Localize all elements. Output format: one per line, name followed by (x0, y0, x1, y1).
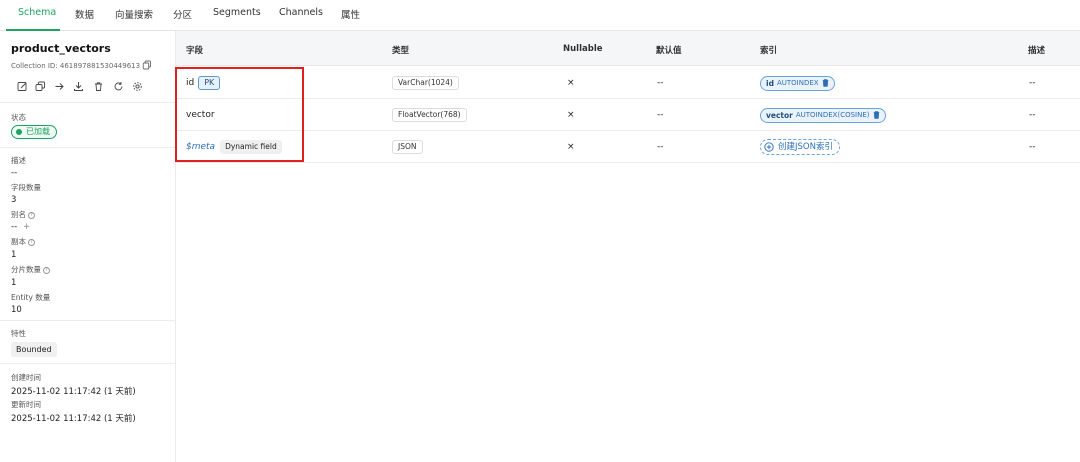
collection-id: Collection ID: 461897881530449613 (11, 62, 141, 70)
default-cell: -- (657, 78, 664, 88)
updated-value: 2025-11-02 11:17:42 (1 天前) (11, 414, 136, 424)
table-row: vector FloatVector(768) × -- vector AUTO… (176, 99, 1080, 131)
edit-icon[interactable] (17, 81, 28, 92)
index-field: vector (766, 110, 793, 120)
created-value: 2025-11-02 11:17:42 (1 天前) (11, 387, 136, 397)
help-icon[interactable]: ? (28, 239, 35, 246)
create-json-index-label: 创建JSON索引 (778, 142, 833, 152)
collection-sidebar: product_vectors Collection ID: 461897881… (0, 31, 176, 462)
tab-vector-search[interactable]: 向量搜索 (115, 7, 153, 21)
tab-data[interactable]: 数据 (75, 7, 94, 21)
status-badge: 已加载 (11, 125, 57, 139)
replica-value: 1 (11, 250, 17, 260)
index-type: AUTOINDEX (776, 78, 819, 87)
copy-icon[interactable] (142, 60, 152, 70)
description-cell: -- (1029, 142, 1036, 152)
divider (0, 102, 176, 103)
header-description: 描述 (1028, 46, 1046, 56)
table-row: id PK VarChar(1024) × -- id AUTOINDEX -- (176, 67, 1080, 99)
created-label: 创建时间 (11, 373, 41, 382)
refresh-icon[interactable] (113, 81, 124, 92)
status-value: 已加载 (26, 127, 50, 136)
field-count-label: 字段数量 (11, 183, 41, 192)
duplicate-icon[interactable] (35, 81, 46, 92)
arrow-right-icon[interactable] (54, 81, 65, 92)
type-chip: FloatVector(768) (392, 108, 467, 122)
alias-label: 别名? (11, 209, 35, 220)
alias-value: -- + (11, 222, 30, 232)
type-cell: VarChar(1024) (392, 67, 459, 99)
type-cell: FloatVector(768) (392, 99, 467, 131)
shard-label-text: 分片数量 (11, 265, 41, 274)
entity-count-value: 10 (11, 305, 22, 315)
default-cell: -- (657, 110, 664, 120)
tab-bar: Schema 数据 向量搜索 分区 Segments Channels 属性 (0, 0, 1080, 31)
index-chip[interactable]: id AUTOINDEX (760, 75, 835, 91)
table-header: 字段 类型 Nullable 默认值 索引 描述 (176, 31, 1080, 66)
updated-label: 更新时间 (11, 400, 41, 409)
create-json-index-button[interactable]: 创建JSON索引 (760, 139, 840, 155)
delete-index-icon[interactable] (873, 111, 880, 119)
replica-label-text: 副本 (11, 237, 26, 246)
shard-label: 分片数量? (11, 264, 50, 275)
tab-properties[interactable]: 属性 (341, 7, 360, 21)
replica-label: 副本? (11, 236, 35, 247)
tab-schema[interactable]: Schema (18, 7, 56, 18)
download-icon[interactable] (73, 81, 84, 92)
description-cell: -- (1029, 110, 1036, 120)
help-icon[interactable]: ? (43, 267, 50, 274)
description-label: 描述 (11, 156, 26, 165)
divider (0, 147, 176, 148)
description-value: -- (11, 168, 18, 178)
feature-badge: Bounded (11, 342, 57, 357)
index-cell: 创建JSON索引 (760, 131, 840, 163)
gear-icon[interactable] (132, 81, 143, 92)
description-cell: -- (1029, 78, 1036, 88)
tab-partitions[interactable]: 分区 (173, 7, 192, 21)
divider (0, 320, 176, 321)
entity-count-label: Entity 数量 (11, 293, 51, 302)
delete-index-icon[interactable] (822, 79, 829, 87)
index-chip[interactable]: vector AUTOINDEX(COSINE) (760, 107, 886, 123)
feature-label: 特性 (11, 329, 26, 338)
type-chip: VarChar(1024) (392, 76, 459, 90)
index-cell: vector AUTOINDEX(COSINE) (760, 99, 886, 131)
nullable-cell: × (567, 78, 575, 88)
header-index: 索引 (760, 46, 778, 56)
header-type: 类型 (392, 46, 410, 56)
add-alias-button[interactable]: + (23, 222, 30, 232)
type-chip: JSON (392, 140, 423, 154)
table-row: $meta Dynamic field JSON × -- 创建JSON索引 -… (176, 131, 1080, 163)
help-icon[interactable]: ? (28, 212, 35, 219)
alias-label-text: 别名 (11, 210, 26, 219)
highlight-box (175, 67, 304, 162)
index-field: id (766, 78, 774, 88)
index-cell: id AUTOINDEX (760, 67, 835, 99)
trash-icon[interactable] (93, 81, 104, 92)
nullable-cell: × (567, 110, 575, 120)
shard-value: 1 (11, 278, 17, 288)
header-default: 默认值 (656, 46, 682, 56)
tab-segments[interactable]: Segments (213, 7, 261, 18)
alias-value-text: -- (11, 222, 18, 232)
header-field: 字段 (186, 46, 204, 56)
collection-name: product_vectors (11, 42, 111, 55)
plus-circle-icon (764, 142, 774, 152)
header-nullable: Nullable (563, 44, 603, 54)
divider (0, 363, 176, 364)
type-cell: JSON (392, 131, 423, 163)
tab-channels[interactable]: Channels (279, 7, 323, 18)
default-cell: -- (657, 142, 664, 152)
field-count-value: 3 (11, 195, 17, 205)
index-type: AUTOINDEX(COSINE) (795, 110, 870, 119)
status-label: 状态 (11, 113, 26, 122)
nullable-cell: × (567, 142, 575, 152)
status-dot (16, 129, 22, 135)
